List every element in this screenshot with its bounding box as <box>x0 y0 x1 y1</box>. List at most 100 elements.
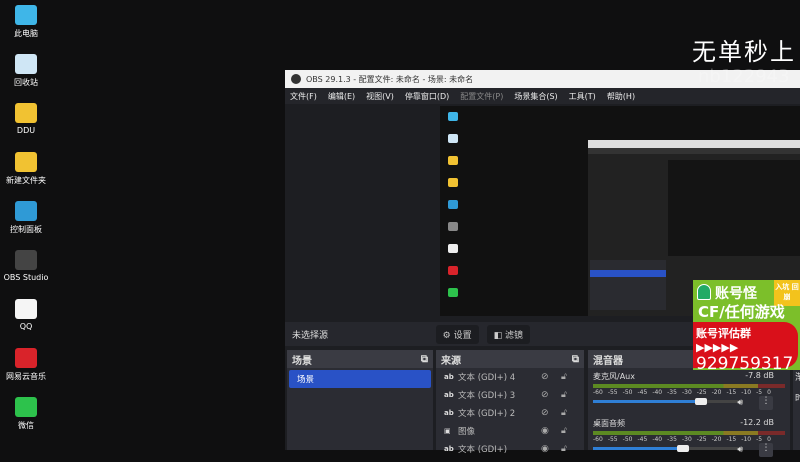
source-item[interactable]: ab 文本 (GDI+) 4 ⊘ 🔓︎ <box>436 368 584 386</box>
desktop-icon[interactable]: 新建文件夹 <box>0 152 52 186</box>
watermark-text: 无单秒上 <box>692 38 796 66</box>
desktop-icon[interactable]: QQ <box>0 299 52 331</box>
channel-db: -12.2 dB <box>740 418 774 427</box>
meter-tick: -25 <box>696 436 707 443</box>
eye-hidden-icon[interactable]: ⊘ <box>541 390 549 400</box>
monster-logo-icon <box>697 284 711 300</box>
meter-tick: -40 <box>652 389 663 396</box>
channel-name: 麦克风/Aux <box>593 372 635 381</box>
meter-tick: -10 <box>741 389 752 396</box>
app-icon <box>15 250 37 270</box>
meter-tick: -35 <box>667 436 677 443</box>
menu-item[interactable]: 配置文件(P) <box>460 91 503 102</box>
meter-tick: -40 <box>652 436 663 443</box>
desktop-icon-label: 微信 <box>18 421 34 430</box>
desktop-icon[interactable]: 微信 <box>0 397 52 431</box>
meter-tick: -5 <box>756 389 763 396</box>
meter-tick: 0 <box>767 436 771 443</box>
preview-desktop-icon <box>448 112 458 121</box>
desktop-icon-label: 此电脑 <box>14 29 38 38</box>
meter-tick: -45 <box>637 389 648 396</box>
menu-item[interactable]: 编辑(E) <box>328 91 355 102</box>
preview-desktop-icon <box>448 244 458 253</box>
undock-icon[interactable]: ⧉ <box>421 354 428 365</box>
channel-name: 桌面音频 <box>593 419 625 428</box>
desktop-icon[interactable]: 此电脑 <box>0 5 52 39</box>
scenes-dock: 场景 ⧉ 场景 <box>287 350 433 450</box>
source-item[interactable]: ab 文本 (GDI+) 2 ⊘ 🔓︎ <box>436 404 584 422</box>
desktop-icon-label: 新建文件夹 <box>6 176 46 185</box>
desktop-icon[interactable]: 网易云音乐 <box>0 348 52 382</box>
undock-icon[interactable]: ⧉ <box>572 354 579 365</box>
more-options-icon[interactable]: ⋮ <box>759 443 773 457</box>
speaker-icon[interactable]: 🔊︎ <box>737 445 743 455</box>
source-name: 图像 <box>458 427 476 437</box>
menu-item[interactable]: 工具(T) <box>569 91 596 102</box>
meter-tick: -15 <box>726 436 737 443</box>
ad-title: 账号怪 <box>715 286 757 302</box>
menu-item[interactable]: 视图(V) <box>366 91 394 102</box>
desktop-icon[interactable]: 回收站 <box>0 54 52 88</box>
lock-icon[interactable]: 🔓︎ <box>561 444 567 454</box>
desktop-icon[interactable]: DDU <box>0 103 52 135</box>
desktop-icon-label: 网易云音乐 <box>6 372 46 381</box>
speaker-icon[interactable]: 🔊︎ <box>737 398 743 408</box>
app-icon <box>15 397 37 417</box>
settings-button[interactable]: ⚙ 设置 <box>435 324 479 344</box>
transition-label: 渐 <box>795 373 800 383</box>
volume-meter <box>593 431 785 435</box>
lock-icon[interactable]: 🔓︎ <box>561 372 567 382</box>
lock-icon[interactable]: 🔓︎ <box>561 390 567 400</box>
eye-icon[interactable]: ◉ <box>541 426 549 436</box>
app-icon <box>15 103 37 123</box>
desktop-icon[interactable]: 控制面板 <box>0 201 52 235</box>
filter-icon: ◧ <box>493 330 505 341</box>
source-item[interactable]: ▣ 图像 ◉ 🔓︎ <box>436 422 584 440</box>
eye-hidden-icon[interactable]: ⊘ <box>541 372 549 382</box>
desktop-icon-label: OBS Studio <box>3 273 49 282</box>
lock-icon[interactable]: 🔓︎ <box>561 408 567 418</box>
menu-bar: 文件(F) 编辑(E) 视图(V) 停靠窗口(D) 配置文件(P) 场景集合(S) 工具(T… <box>285 88 800 104</box>
desktop-icon[interactable]: OBS Studio <box>0 250 52 282</box>
channel-db: -7.8 dB <box>745 371 774 380</box>
meter-tick: -55 <box>607 389 618 396</box>
filters-button[interactable]: ◧ 滤镜 <box>486 324 530 344</box>
volume-slider[interactable] <box>593 398 743 405</box>
menu-item[interactable]: 场景集合(S) <box>514 91 557 102</box>
meter-tick: -35 <box>667 389 677 396</box>
menu-item[interactable]: 文件(F) <box>290 91 317 102</box>
no-source-label: 未选择源 <box>292 330 329 341</box>
preview-desktop-icon <box>448 200 458 209</box>
scene-item[interactable]: 场景 <box>289 370 431 388</box>
preview-desktop-icon <box>448 288 458 297</box>
app-icon <box>15 54 37 74</box>
obs-logo-icon <box>291 74 301 84</box>
app-icon <box>15 5 37 25</box>
meter-tick: -50 <box>622 389 633 396</box>
preview-desktop-icon <box>448 134 458 143</box>
lock-icon[interactable]: 🔓︎ <box>561 426 567 436</box>
meter-tick: -20 <box>711 389 722 396</box>
meter-tick: -30 <box>681 436 692 443</box>
source-item[interactable]: ab 文本 (GDI+) ◉ 🔓︎ <box>436 440 584 458</box>
watermark-id: nb122943 <box>698 66 790 87</box>
meter-tick: -20 <box>711 436 722 443</box>
eye-hidden-icon[interactable]: ⊘ <box>541 408 549 418</box>
ad-group-number: 929759317 <box>696 354 794 370</box>
ad-subtitle: CF/任何游戏 <box>698 303 785 321</box>
sources-title: 来源 <box>441 355 461 367</box>
meter-tick: -5 <box>756 436 763 443</box>
more-options-icon[interactable]: ⋮ <box>759 396 773 410</box>
obs-window: OBS 29.1.3 - 配置文件: 未命名 - 场景: 未命名 文件(F) 编辑… <box>285 70 800 457</box>
ad-banner[interactable]: 账号怪 入坑 回崩 CF/任何游戏 账号评估群 ▶▶▶▶▶ 929759317 <box>693 280 800 370</box>
preview-desktop-icon <box>448 266 458 275</box>
menu-item[interactable]: 帮助(H) <box>607 91 635 102</box>
source-item[interactable]: ab 文本 (GDI+) 3 ⊘ 🔓︎ <box>436 386 584 404</box>
app-icon <box>15 201 37 221</box>
eye-icon[interactable]: ◉ <box>541 444 549 454</box>
scenes-title: 场景 <box>292 355 312 367</box>
desktop-icon-label: DDU <box>16 126 36 135</box>
menu-item[interactable]: 停靠窗口(D) <box>405 91 449 102</box>
source-name: 文本 (GDI+) <box>458 445 508 455</box>
preview-desktop-icon <box>448 156 458 165</box>
